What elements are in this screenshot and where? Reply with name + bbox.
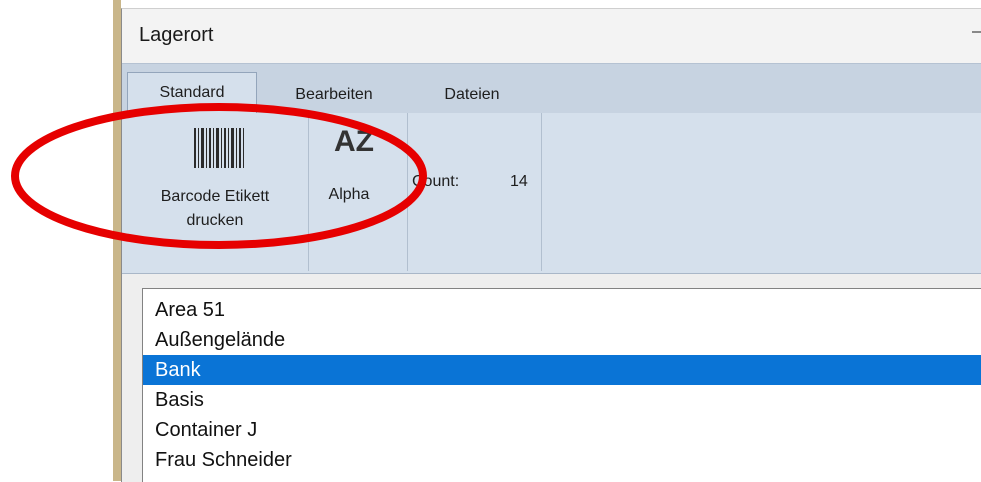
barcode-button[interactable]: Barcode Etikett drucken xyxy=(122,113,309,271)
ribbon-panel-standard: Barcode Etikett drucken AZ Alpha Count: … xyxy=(122,113,981,274)
location-listbox[interactable]: Area 51 Außengelände Bank Basis Containe… xyxy=(142,288,981,482)
desktop-background xyxy=(0,0,119,481)
barcode-icon xyxy=(194,128,244,168)
count-group: Count: 14 xyxy=(408,113,542,271)
count-label: Count: xyxy=(412,173,460,190)
tab-standard[interactable]: Standard xyxy=(127,72,257,115)
background-window-edge xyxy=(113,0,121,481)
window-title: Lagerort xyxy=(139,24,214,46)
sort-alpha-icon: AZ xyxy=(334,125,374,158)
ribbon-tab-bar: Standard Bearbeiten Dateien xyxy=(122,63,981,115)
list-item[interactable]: Container J xyxy=(143,415,981,445)
minimize-icon[interactable] xyxy=(972,31,981,33)
title-bar[interactable]: Lagerort xyxy=(122,9,981,63)
tab-bearbeiten[interactable]: Bearbeiten xyxy=(272,78,396,112)
count-value: 14 xyxy=(510,173,528,190)
list-item[interactable]: Basis xyxy=(143,385,981,415)
list-item-selected[interactable]: Bank xyxy=(143,355,981,385)
barcode-button-label-line1: Barcode Etikett xyxy=(160,188,270,205)
alpha-button-label: Alpha xyxy=(328,186,370,203)
list-item[interactable]: Area 51 xyxy=(143,295,981,325)
list-item[interactable]: Außengelände xyxy=(143,325,981,355)
list-item[interactable]: Frau Schneider xyxy=(143,445,981,475)
alpha-button[interactable]: AZ Alpha xyxy=(309,113,408,271)
tab-dateien[interactable]: Dateien xyxy=(422,78,522,112)
lagerort-window: Lagerort Standard Bearbeiten Dateien Bar… xyxy=(121,8,981,482)
barcode-button-label-line2: drucken xyxy=(186,212,244,229)
